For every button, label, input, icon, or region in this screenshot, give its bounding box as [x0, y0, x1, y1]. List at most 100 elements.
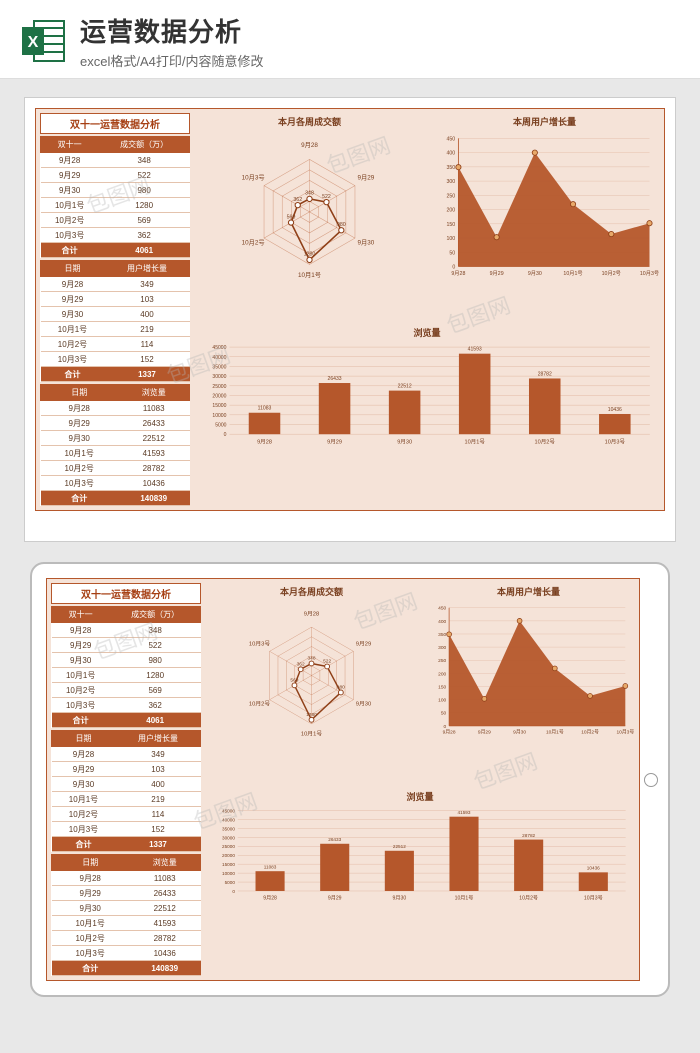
svg-text:10月2号: 10月2号: [519, 894, 538, 901]
page-subtitle: excel格式/A4打印/内容随意修改: [80, 51, 680, 70]
svg-text:300: 300: [446, 179, 455, 185]
area-svg: 0501001502002503003504004509月289月299月301…: [429, 130, 660, 288]
table-slot-0: 双十一成交额（万）9月283489月295229月3098010月1号12801…: [40, 136, 190, 258]
svg-text:1280: 1280: [306, 712, 317, 718]
bar-chart: 浏览量 050001000015000200002500030000350004…: [194, 324, 660, 506]
svg-text:9月28: 9月28: [257, 438, 272, 445]
svg-text:10月3号: 10月3号: [242, 173, 265, 181]
svg-text:200: 200: [446, 208, 455, 214]
svg-text:0: 0: [232, 888, 235, 893]
excel-icon: X: [20, 17, 68, 65]
svg-text:10月3号: 10月3号: [249, 641, 270, 648]
svg-text:10月3号: 10月3号: [605, 438, 626, 445]
svg-text:30000: 30000: [222, 835, 235, 840]
svg-text:41593: 41593: [458, 809, 471, 814]
svg-text:41593: 41593: [468, 346, 482, 352]
svg-text:28782: 28782: [538, 371, 552, 377]
svg-text:45000: 45000: [212, 345, 226, 351]
svg-text:22512: 22512: [398, 383, 412, 389]
svg-text:11083: 11083: [258, 405, 272, 411]
bar-svg: 0500010000150002000025000300003500040000…: [194, 341, 660, 452]
tables-column: 双十一运营数据分析 双十一成交额（万）9月283489月295229月30980…: [51, 583, 201, 976]
svg-text:348: 348: [307, 656, 315, 662]
svg-text:522: 522: [322, 194, 331, 200]
svg-text:10月1号: 10月1号: [546, 730, 564, 736]
svg-text:300: 300: [438, 645, 446, 651]
svg-text:450: 450: [438, 606, 446, 612]
svg-text:362: 362: [297, 661, 305, 667]
svg-text:11083: 11083: [264, 864, 277, 869]
dashboard: 双十一运营数据分析 双十一成交额（万）9月283489月295229月30980…: [35, 108, 665, 511]
svg-text:522: 522: [323, 659, 331, 665]
svg-text:400: 400: [446, 151, 455, 157]
table-slot-0: 双十一成交额（万）9月283489月295229月3098010月1号12801…: [51, 606, 201, 728]
svg-text:10月2号: 10月2号: [581, 730, 599, 736]
svg-text:10月2号: 10月2号: [249, 701, 270, 708]
svg-text:0: 0: [452, 265, 455, 271]
svg-text:0: 0: [224, 432, 227, 438]
table-slot-2: 日期浏览量9月28110839月29264339月302251210月1号415…: [51, 854, 201, 976]
svg-text:9月30: 9月30: [393, 894, 407, 901]
radar-chart: 本月各周成交额 9月289月299月3010月1号10月2号10月3号34852…: [194, 113, 425, 320]
svg-text:9月29: 9月29: [357, 173, 374, 181]
svg-text:350: 350: [438, 632, 446, 638]
svg-text:10436: 10436: [608, 407, 622, 413]
svg-text:50: 50: [449, 250, 455, 256]
chart-title: 本月各周成交额: [194, 113, 425, 130]
page-header: X 运营数据分析 excel格式/A4打印/内容随意修改: [0, 0, 700, 79]
svg-text:9月30: 9月30: [513, 730, 526, 736]
svg-text:9月29: 9月29: [356, 641, 371, 648]
svg-text:45000: 45000: [222, 808, 235, 813]
svg-text:250: 250: [438, 658, 446, 664]
dashboard: 双十一运营数据分析 双十一成交额（万）9月283489月295229月30980…: [46, 578, 640, 981]
svg-text:10月3号: 10月3号: [616, 730, 634, 736]
svg-text:9月29: 9月29: [328, 894, 342, 901]
svg-text:10月1号: 10月1号: [455, 894, 474, 901]
svg-text:20000: 20000: [222, 853, 235, 858]
svg-text:35000: 35000: [212, 364, 226, 370]
table-slot-1: 日期用户增长量9月283499月291039月3040010月1号21910月2…: [51, 730, 201, 852]
svg-text:350: 350: [446, 165, 455, 171]
preview-desktop: 双十一运营数据分析 双十一成交额（万）9月283489月295229月30980…: [24, 97, 676, 542]
svg-text:0: 0: [444, 724, 447, 730]
area-chart: 本周用户增长量 0501001502002503003504004509月289…: [429, 113, 660, 320]
area-svg: 0501001502002503003504004509月289月299月301…: [422, 600, 635, 745]
svg-text:9月29: 9月29: [490, 270, 504, 277]
svg-text:400: 400: [438, 619, 446, 625]
svg-text:100: 100: [446, 236, 455, 242]
chart-title: 浏览量: [194, 324, 660, 341]
svg-text:26433: 26433: [328, 837, 341, 842]
svg-text:569: 569: [290, 677, 298, 683]
bar-svg: 0500010000150002000025000300003500040000…: [205, 805, 635, 908]
svg-text:10000: 10000: [222, 871, 235, 876]
svg-text:10月1号: 10月1号: [301, 731, 322, 738]
svg-text:980: 980: [337, 685, 345, 691]
chart-title: 浏览量: [205, 788, 635, 805]
svg-text:10月1号: 10月1号: [464, 438, 485, 445]
svg-text:9月28: 9月28: [443, 730, 456, 736]
svg-text:10月2号: 10月2号: [535, 438, 556, 445]
svg-text:150: 150: [446, 222, 455, 228]
tables-column: 双十一运营数据分析 双十一成交额（万）9月283489月295229月30980…: [40, 113, 190, 506]
svg-text:10月2号: 10月2号: [242, 238, 265, 246]
svg-text:100: 100: [438, 698, 446, 704]
svg-text:250: 250: [446, 193, 455, 199]
svg-text:30000: 30000: [212, 374, 226, 380]
page-title: 运营数据分析: [80, 12, 680, 49]
svg-text:569: 569: [287, 214, 296, 220]
svg-text:9月29: 9月29: [327, 438, 342, 445]
svg-text:40000: 40000: [222, 817, 235, 822]
svg-text:200: 200: [438, 671, 446, 677]
svg-text:28782: 28782: [522, 832, 535, 837]
svg-text:9月28: 9月28: [304, 610, 319, 617]
svg-text:15000: 15000: [222, 862, 235, 867]
svg-text:9月30: 9月30: [397, 438, 412, 445]
svg-text:9月30: 9月30: [357, 238, 374, 246]
svg-text:450: 450: [446, 137, 455, 143]
preview-tablet: 双十一运营数据分析 双十一成交额（万）9月283489月295229月30980…: [30, 562, 670, 997]
radar-svg: 9月289月299月3010月1号10月2号10月3号3485229801280…: [194, 130, 425, 288]
svg-text:10436: 10436: [587, 865, 600, 870]
table-slot-2: 日期浏览量9月28110839月29264339月302251210月1号415…: [40, 384, 190, 506]
svg-text:X: X: [28, 34, 39, 51]
svg-text:9月28: 9月28: [301, 141, 318, 149]
